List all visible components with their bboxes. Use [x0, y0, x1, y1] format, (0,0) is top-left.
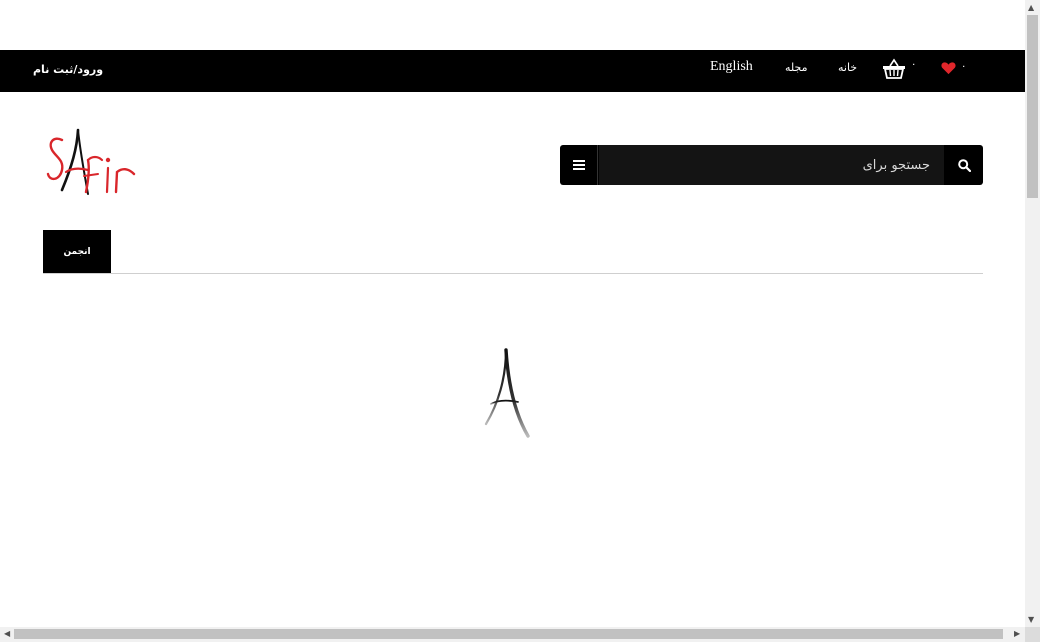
tab-divider	[43, 273, 983, 274]
login-register-link[interactable]: ورود/ثبت نام	[33, 63, 103, 76]
scrollbar-corner	[1025, 627, 1040, 642]
menu-icon	[572, 160, 585, 170]
tab-forum[interactable]: انجمن	[43, 230, 111, 274]
scroll-up-arrow-icon[interactable]: ▲	[1028, 4, 1034, 12]
horizontal-scrollbar[interactable]: ◀ ▶	[0, 627, 1025, 642]
horizontal-scroll-thumb[interactable]	[14, 629, 1003, 639]
page: ورود/ثبت نام English مجله خانه ۰ ۰ جستجو…	[0, 0, 1025, 627]
search-button[interactable]	[945, 145, 983, 185]
site-logo[interactable]	[44, 126, 144, 200]
scroll-right-arrow-icon[interactable]: ▶	[1014, 629, 1020, 638]
vertical-scroll-thumb[interactable]	[1027, 15, 1038, 198]
scroll-left-arrow-icon[interactable]: ◀	[4, 629, 10, 638]
search-input[interactable]	[599, 145, 944, 185]
nav-magazine-link[interactable]: مجله	[785, 61, 808, 74]
search-bar	[560, 145, 983, 185]
category-menu-button[interactable]	[560, 145, 598, 185]
heart-icon[interactable]	[941, 61, 956, 75]
eiffel-loader-icon	[484, 348, 530, 438]
top-bar: ورود/ثبت نام English مجله خانه ۰ ۰	[0, 50, 1025, 92]
basket-icon[interactable]	[882, 58, 906, 80]
search-icon	[957, 158, 971, 172]
scroll-down-arrow-icon[interactable]: ▼	[1028, 616, 1034, 624]
vertical-scrollbar[interactable]: ▲ ▼	[1025, 0, 1040, 627]
nav-home-link[interactable]: خانه	[838, 61, 857, 74]
wishlist-count: ۰	[961, 61, 967, 72]
cart-count: ۰	[911, 59, 917, 70]
nav-english-link[interactable]: English	[710, 59, 753, 75]
